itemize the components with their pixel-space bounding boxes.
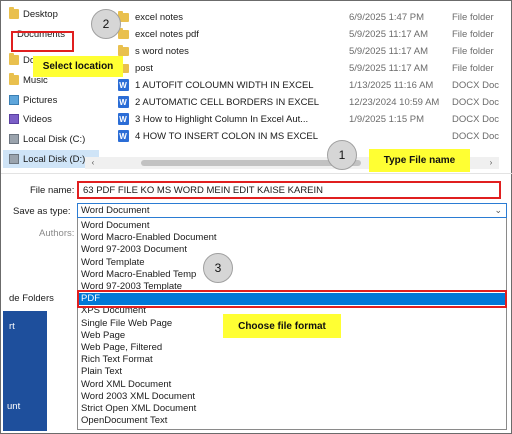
file-name: 4 HOW TO INSERT COLON IN MS EXCEL ...: [135, 130, 321, 142]
file-date: 5/9/2025 11:17 AM: [349, 45, 429, 57]
file-row[interactable]: W 1 AUTOFIT COLOUMN WIDTH IN EXCEL 1/13/…: [105, 77, 501, 94]
file-type: DOCX Doc: [452, 130, 499, 142]
file-row[interactable]: excel notes pdf 5/9/2025 11:17 AM File f…: [105, 26, 501, 43]
nav-item-videos[interactable]: Videos: [3, 110, 99, 128]
file-type: File folder: [452, 62, 494, 74]
file-date: 6/9/2025 1:47 PM: [349, 11, 424, 23]
save-as-type-label: Save as type:: [13, 206, 71, 217]
file-row[interactable]: W 4 HOW TO INSERT COLON IN MS EXCEL ... …: [105, 128, 501, 145]
file-list: excel notes 6/9/2025 1:47 PM File folder…: [105, 9, 501, 157]
file-name: 1 AUTOFIT COLOUMN WIDTH IN EXCEL: [135, 79, 314, 91]
file-name: 3 How to Highlight Column In Excel Aut..…: [135, 113, 309, 125]
file-name: excel notes pdf: [135, 28, 199, 40]
save-as-type-value: Word Document: [81, 205, 150, 216]
authors-label: Authors:: [39, 228, 75, 239]
file-row[interactable]: W 2 AUTOMATIC CELL BORDERS IN EXCEL ... …: [105, 94, 501, 111]
save-as-type-select[interactable]: Word Document ⌄: [77, 203, 507, 218]
word-doc-icon: W: [117, 96, 129, 109]
dropdown-option[interactable]: Word Document: [78, 220, 506, 232]
dropdown-option[interactable]: Word XML Document: [78, 379, 506, 391]
dropdown-option[interactable]: Word Macro-Enabled Document: [78, 232, 506, 244]
file-type: DOCX Doc: [452, 113, 499, 125]
navigation-pane: Desktop Documents Dow Music Pictures Vid…: [3, 3, 99, 169]
folder-icon: [9, 73, 19, 85]
type-file-name-callout: Type File name: [369, 149, 470, 172]
select-location-callout: Select location: [33, 56, 123, 77]
folder-icon: [117, 44, 129, 56]
dropdown-option[interactable]: Rich Text Format: [78, 354, 506, 366]
dropdown-option[interactable]: Strict Open XML Document: [78, 403, 506, 415]
choose-file-format-callout: Choose file format: [223, 314, 341, 338]
file-row[interactable]: s word notes 5/9/2025 11:17 AM File fold…: [105, 43, 501, 60]
file-date: 12/23/2024 10:59 AM: [349, 96, 440, 108]
file-name: post: [135, 62, 153, 74]
chevron-down-icon[interactable]: ⌄: [494, 205, 502, 216]
file-name: 2 AUTOMATIC CELL BORDERS IN EXCEL ...: [135, 96, 321, 108]
dropdown-option[interactable]: Word 97-2003 Document: [78, 244, 506, 256]
chevron-left-icon[interactable]: ‹: [87, 157, 99, 169]
chevron-right-icon[interactable]: ›: [485, 157, 497, 169]
step-2-badge: 2: [91, 9, 121, 39]
nav-item-label: Desktop: [23, 8, 58, 20]
file-type: File folder: [452, 11, 494, 23]
file-type: File folder: [452, 45, 494, 57]
nav-item-label: Local Disk (C:): [23, 133, 86, 145]
nav-item-label: Local Disk (D:): [23, 153, 86, 165]
file-type: DOCX Doc: [452, 79, 499, 91]
backstage-item[interactable]: rt: [9, 321, 15, 332]
nav-item-label: Pictures: [23, 94, 58, 106]
file-name: s word notes: [135, 45, 189, 57]
nav-item-local-disk-c[interactable]: Local Disk (C:): [3, 130, 99, 148]
pdf-highlight-outline: [77, 290, 507, 308]
file-date: 5/9/2025 11:17 AM: [349, 62, 429, 74]
file-name-label: File name:: [30, 185, 75, 196]
dropdown-option[interactable]: Word Template: [78, 257, 506, 269]
file-name: excel notes: [135, 11, 184, 23]
file-type: DOCX Doc: [452, 96, 499, 108]
backstage-item[interactable]: unt: [7, 401, 20, 412]
file-date: 1/13/2025 11:16 AM: [349, 79, 434, 91]
word-doc-icon: W: [117, 130, 129, 143]
drive-icon: [9, 154, 19, 164]
dropdown-option[interactable]: Web Page, Filtered: [78, 342, 506, 354]
step-3-badge: 3: [203, 253, 233, 283]
backstage-sidebar: rt unt: [3, 311, 47, 431]
hide-folders-label[interactable]: de Folders: [9, 293, 54, 304]
folder-icon: [9, 53, 19, 65]
dropdown-option[interactable]: OpenDocument Text: [78, 415, 506, 427]
dropdown-option[interactable]: Plain Text: [78, 366, 506, 378]
nav-item-label: Videos: [23, 113, 52, 125]
file-row[interactable]: excel notes 6/9/2025 1:47 PM File folder: [105, 9, 501, 26]
file-row[interactable]: post 5/9/2025 11:17 AM File folder: [105, 60, 501, 77]
folder-icon: [9, 7, 19, 19]
documents-highlight-outline: [11, 31, 74, 52]
nav-item-desktop[interactable]: Desktop: [3, 5, 99, 23]
file-name-input[interactable]: 63 PDF FILE KO MS WORD MEIN EDIT KAISE K…: [77, 181, 501, 199]
divider: [1, 173, 512, 174]
file-date: 1/9/2025 1:15 PM: [349, 113, 424, 125]
dropdown-option[interactable]: Word Macro-Enabled Temp: [78, 269, 506, 281]
drive-icon: [9, 134, 19, 144]
file-date: 5/9/2025 11:17 AM: [349, 28, 429, 40]
step-1-badge: 1: [327, 140, 357, 170]
save-as-dialog: Desktop Documents Dow Music Pictures Vid…: [0, 0, 512, 434]
pictures-icon: [9, 95, 19, 105]
videos-icon: [9, 114, 19, 124]
nav-item-pictures[interactable]: Pictures: [3, 91, 99, 109]
dropdown-option[interactable]: Word 2003 XML Document: [78, 391, 506, 403]
word-doc-icon: W: [117, 79, 129, 92]
file-row[interactable]: W 3 How to Highlight Column In Excel Aut…: [105, 111, 501, 128]
file-type: File folder: [452, 28, 494, 40]
word-doc-icon: W: [117, 113, 129, 126]
